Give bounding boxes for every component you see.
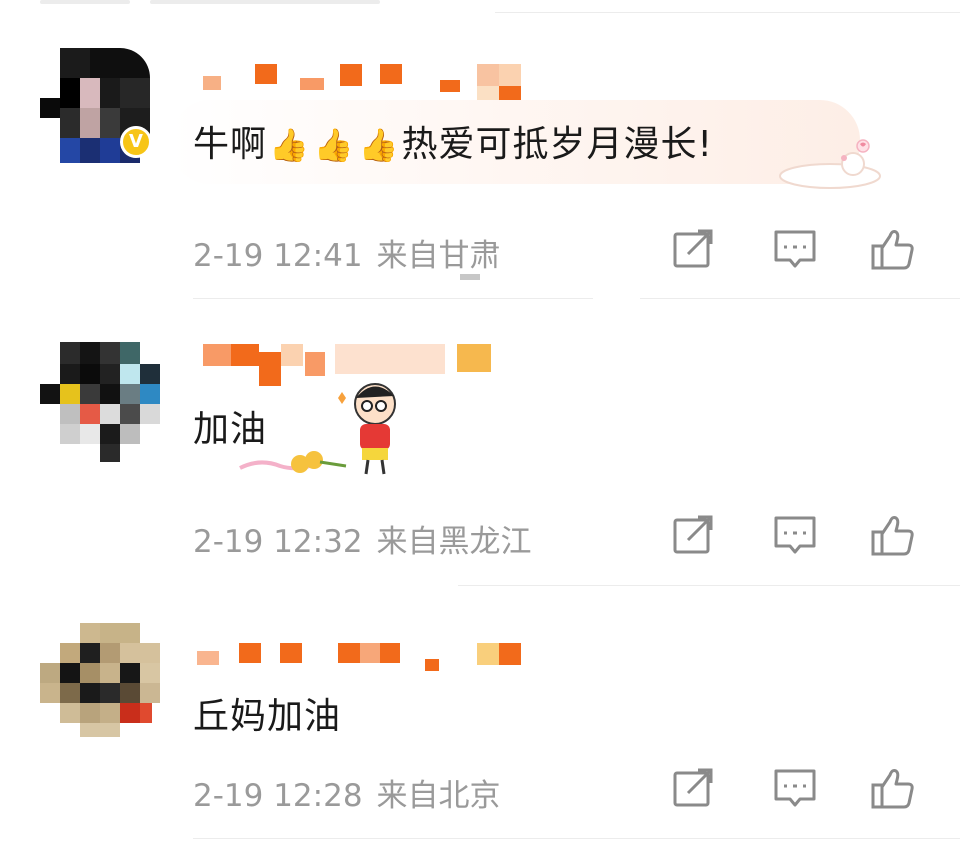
username[interactable] [195, 637, 525, 677]
comment-item: V 牛啊👍 👍 👍热爱可抵岁月漫长! 2-19 12:41 来自甘肃 [0, 30, 960, 300]
thumbs-up-icon[interactable] [870, 226, 916, 272]
comment-icon[interactable] [772, 765, 818, 811]
comment-item: 加油 2-19 12:32 来自黑龙江 [0, 330, 960, 585]
comment-location: 来自甘肃 [376, 238, 501, 274]
username[interactable] [195, 342, 525, 386]
comment-location: 来自北京 [376, 778, 501, 814]
comment-meta: 2-19 12:32 来自黑龙江 [193, 516, 532, 561]
comment-time: 2-19 12:28 [193, 778, 363, 814]
comment-meta: 2-19 12:41 来自甘肃 [193, 230, 501, 275]
thumbs-up-icon[interactable] [870, 512, 916, 558]
top-divider [0, 0, 960, 14]
comment-icon[interactable] [772, 512, 818, 558]
comment-location: 来自黑龙江 [376, 524, 532, 560]
comment-actions [670, 226, 918, 276]
comment-text: 牛啊👍 👍 👍热爱可抵岁月漫长! [193, 124, 713, 165]
comment-time: 2-19 12:32 [193, 524, 363, 560]
comment-item: 丘妈加油 2-19 12:28 来自北京 [0, 615, 960, 848]
comment-meta: 2-19 12:28 来自北京 [193, 770, 501, 815]
avatar[interactable] [40, 342, 160, 462]
verified-badge-icon: V [120, 126, 152, 158]
divider [193, 838, 960, 839]
thumbs-up-emoji-icon: 👍 [269, 126, 310, 164]
username[interactable] [195, 62, 525, 106]
forward-icon[interactable] [670, 765, 716, 811]
forward-icon[interactable] [670, 512, 716, 558]
comment-actions [670, 765, 918, 815]
divider [193, 298, 593, 299]
forward-icon[interactable] [670, 226, 716, 272]
divider [640, 298, 960, 299]
comment-text: 丘妈加油 [193, 696, 342, 737]
thumbs-up-emoji-icon: 👍 [358, 126, 400, 164]
thumbs-up-emoji-icon: 👍 [313, 126, 355, 164]
comment-time: 2-19 12:41 [193, 238, 363, 274]
thumbs-up-icon[interactable] [870, 765, 916, 811]
scroll-indicator [460, 274, 480, 280]
comment-actions [670, 512, 918, 562]
avatar[interactable] [40, 623, 160, 743]
crayon-shin-chan-sticker [238, 380, 398, 480]
divider [458, 585, 960, 586]
comment-icon[interactable] [772, 226, 818, 272]
